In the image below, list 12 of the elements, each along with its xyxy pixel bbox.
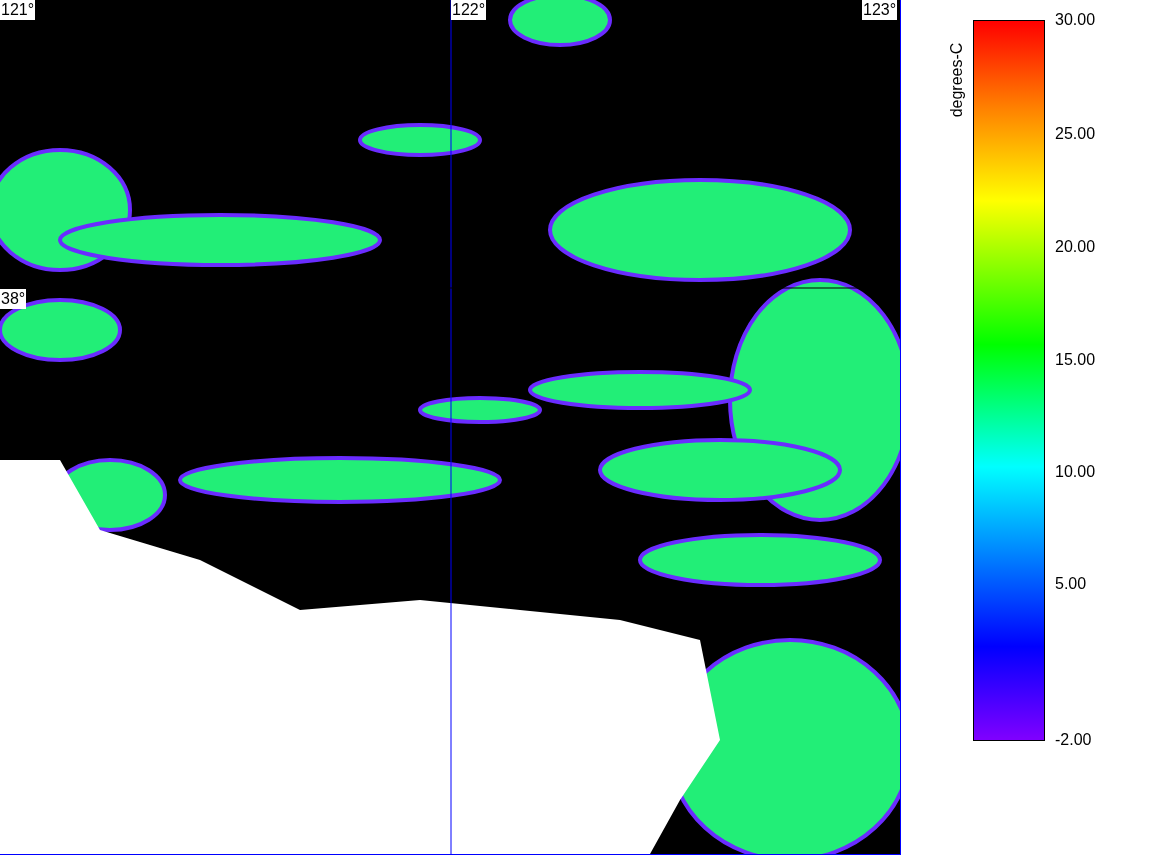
longitude-label: 123° (862, 0, 898, 20)
longitude-label: 121° (0, 0, 36, 20)
scale-tick-label: 5.00 (1055, 574, 1087, 594)
unit-label: degrees-C (947, 42, 966, 118)
scale-tick-label: 10.00 (1055, 462, 1096, 482)
scale-tick-label: 15.00 (1055, 350, 1096, 370)
scale-tick-label: -2.00 (1055, 730, 1092, 750)
scale-tick-label: 30.00 (1055, 10, 1096, 30)
latitude-label: 38° (0, 289, 27, 309)
longitude-label: 122° (451, 0, 487, 20)
scale-tick-label: 25.00 (1055, 124, 1096, 144)
scale-tick-label: 20.00 (1055, 237, 1096, 257)
